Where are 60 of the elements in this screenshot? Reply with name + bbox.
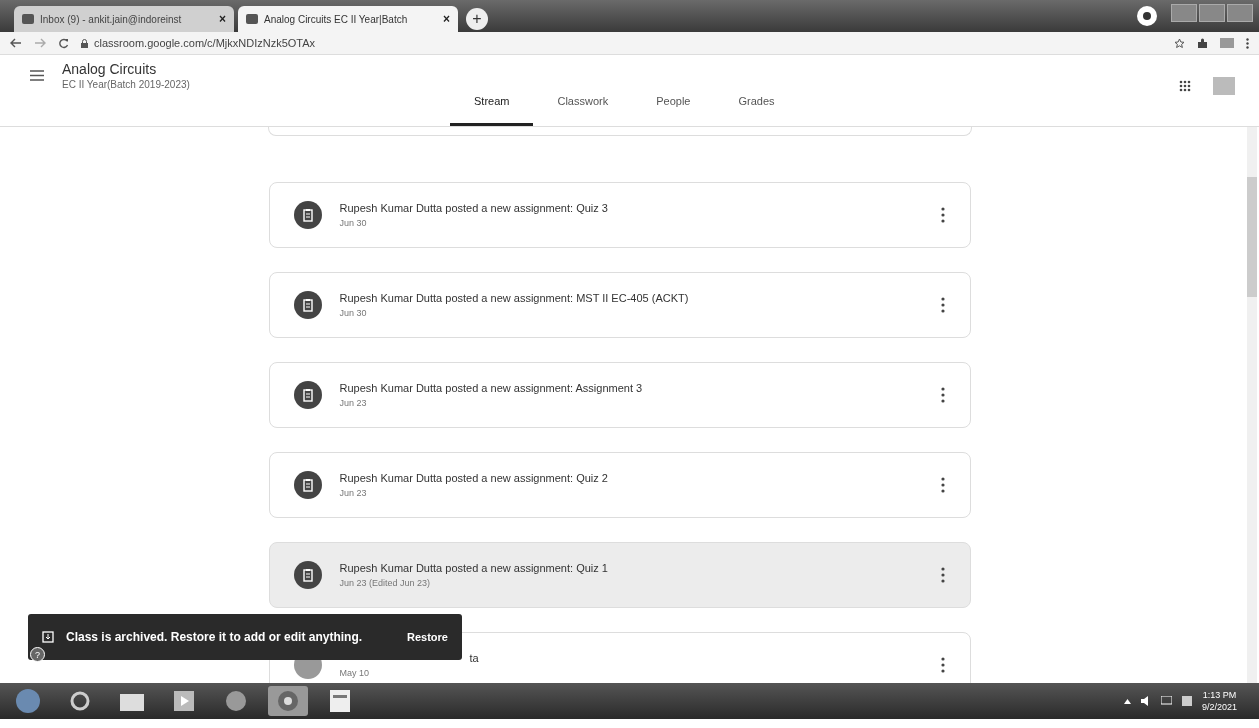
assignment-icon [293,471,322,499]
favicon-icon [22,14,34,24]
assignment-icon [293,381,322,409]
post-title: Rupesh Kumar Dutta posted a new assignment: Assignment 3 [339,382,644,394]
more-options-icon[interactable] [939,297,946,313]
class-subtitle: EC II Year(Batch 2019-2023) [62,79,190,90]
menu-icon[interactable] [1246,37,1249,49]
archive-icon [42,631,54,643]
chrome-taskbar-icon[interactable] [268,686,308,716]
more-options-icon[interactable] [939,567,946,583]
restore-button[interactable]: Restore [407,631,448,643]
stream-post[interactable]: Rupesh Kumar Dutta posted a new assignment: Quiz 3 Jun 30 [268,182,971,248]
post-date: Jun 30 [339,308,368,318]
close-icon[interactable]: × [443,12,450,26]
puzzle-icon[interactable] [1197,37,1208,49]
stream-post[interactable]: Rupesh Kumar Dutta posted a new assignment: Quiz 2 Jun 23 [268,452,971,518]
stream-post[interactable]: Rupesh Kumar Dutta posted a new assignment: Quiz 1 Jun 23 (Edited Jun 23) [268,542,971,608]
scrollbar-thumb[interactable] [1247,177,1257,297]
browser-tab[interactable]: Analog Circuits EC II Year|Batch × [238,6,458,32]
assignment-icon [293,291,322,319]
favicon-icon [246,14,258,24]
stream-post[interactable]: Rupesh Kumar Dutta posted a new assignment: MST II EC-405 (ACKT) Jun 30 [268,272,971,338]
browser-tab[interactable]: Inbox (9) - ankit.jain@indoreinst × [14,6,234,32]
stream-post[interactable]: Rupesh Kumar Dutta posted a new assignment: Assignment 3 Jun 23 [268,362,971,428]
post-date: Jun 30 [339,218,368,228]
back-icon[interactable] [10,38,22,48]
post-title: ta [469,652,480,664]
star-icon[interactable] [1174,37,1185,49]
taskbar-clock[interactable]: 1:13 PM 9/2/2021 [1201,689,1237,713]
apps-grid-icon[interactable] [1179,80,1191,92]
post-date: Jun 23 (Edited Jun 23) [339,578,432,588]
more-options-icon[interactable] [939,657,946,673]
more-options-icon[interactable] [939,207,946,223]
menu-icon[interactable] [30,70,44,81]
scrollbar[interactable] [1247,127,1257,683]
reload-icon[interactable] [58,37,69,49]
new-tab-button[interactable]: + [466,8,488,30]
nav-tab[interactable]: Classwork [533,95,633,126]
speaker-icon[interactable] [1140,696,1151,706]
more-options-icon[interactable] [939,387,946,403]
more-options-icon[interactable] [939,477,946,493]
post-title: Rupesh Kumar Dutta posted a new assignment: Quiz 2 [339,472,609,484]
post-title: Rupesh Kumar Dutta posted a new assignment: MST II EC-405 (ACKT) [339,292,690,304]
lock-icon [81,38,88,48]
caret-icon[interactable] [1123,698,1131,704]
nav-tab[interactable]: Grades [714,95,799,126]
assignment-icon [293,201,322,229]
profile-icon[interactable] [1137,6,1157,26]
post-date: Jun 23 [339,488,368,498]
flag-icon[interactable] [1181,696,1192,706]
assignment-icon [293,561,322,589]
class-title: Analog Circuits [62,61,158,77]
nav-tab[interactable]: Stream [450,95,534,126]
post-title: Rupesh Kumar Dutta posted a new assignment: Quiz 3 [339,202,609,214]
nav-tab[interactable]: People [632,95,715,126]
post-date: Jun 23 [339,398,368,408]
network-icon[interactable] [1160,696,1172,706]
post-title: Rupesh Kumar Dutta posted a new assignment: Quiz 1 [339,562,609,574]
post-date: May 10 [339,668,370,678]
close-icon[interactable]: × [219,12,226,26]
